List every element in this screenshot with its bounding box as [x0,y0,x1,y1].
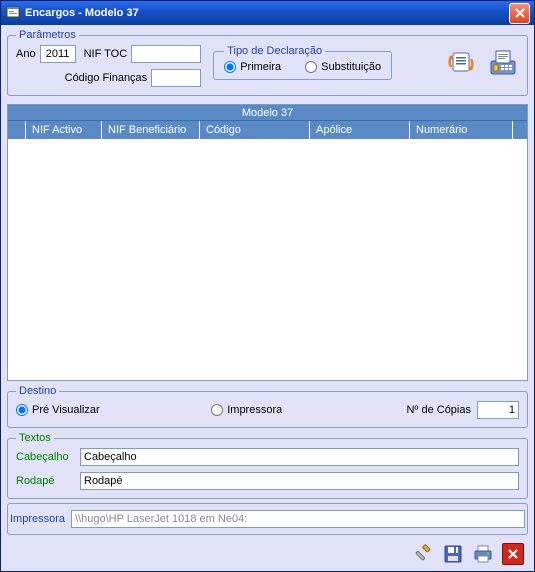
grid-body[interactable] [8,139,527,380]
primeira-label: Primeira [240,61,281,73]
save-button[interactable] [442,543,464,565]
grid-selector-column[interactable] [8,121,26,139]
column-nif-beneficiario[interactable]: NIF Beneficiário [102,121,200,139]
cabecalho-label: Cabeçalho [16,451,76,463]
pre-visualizar-label: Pré Visualizar [32,404,100,416]
destino-group: Destino Pré Visualizar Impressora Nº de … [7,385,528,428]
num-copias-input[interactable] [477,401,519,419]
impressora-group: Impressora [7,503,528,535]
num-copias-label: Nº de Cópias [406,404,471,416]
grid-header: NIF Activo NIF Beneficiário Código Apóli… [8,121,527,139]
bottom-toolbar [7,539,528,565]
column-codigo[interactable]: Código [200,121,310,139]
textos-group: Textos Cabeçalho Rodapé [7,432,528,499]
codigo-financas-input[interactable] [151,69,201,87]
rodape-label: Rodapé [16,475,76,487]
destino-legend: Destino [16,385,59,397]
app-icon [5,5,21,21]
app-window: Encargos - Modelo 37 Parâmetros Ano NIF … [0,0,535,572]
tipo-declaracao-legend: Tipo de Declaração [224,45,325,57]
parametros-legend: Parâmetros [16,29,79,41]
nif-toc-input[interactable] [131,45,201,63]
impressora-radio[interactable] [211,404,223,416]
textos-legend: Textos [16,432,54,444]
settings-button[interactable] [412,543,434,565]
fax-button[interactable] [487,47,519,79]
ano-input[interactable] [40,45,76,63]
column-numerario[interactable]: Numerário [410,121,513,139]
ano-label: Ano [16,48,36,60]
nif-toc-label: NIF TOC [84,48,128,60]
impressora-radio-label: Impressora [227,404,282,416]
pre-visualizar-radio[interactable] [16,404,28,416]
parametros-group: Parâmetros Ano NIF TOC Código Finanças [7,29,528,96]
column-nif-activo[interactable]: NIF Activo [26,121,102,139]
window-title: Encargos - Modelo 37 [25,7,509,19]
column-end [513,121,527,139]
column-apolice[interactable]: Apólice [310,121,410,139]
primeira-radio[interactable] [224,61,236,73]
titlebar: Encargos - Modelo 37 [1,1,534,25]
rodape-input[interactable] [80,472,519,490]
window-close-button[interactable] [509,3,530,24]
print-button[interactable] [472,543,494,565]
grid-title: Modelo 37 [8,105,527,121]
tipo-declaracao-group: Tipo de Declaração Primeira Substituição [213,45,392,80]
refresh-button[interactable] [445,47,477,79]
cabecalho-input[interactable] [80,448,519,466]
close-button[interactable] [502,543,524,565]
impressora-input[interactable] [71,510,525,528]
window-body: Parâmetros Ano NIF TOC Código Finanças [1,25,534,571]
codigo-financas-label: Código Finanças [65,72,148,84]
substituicao-label: Substituição [321,61,381,73]
data-grid[interactable]: Modelo 37 NIF Activo NIF Beneficiário Có… [7,104,528,381]
substituicao-radio[interactable] [305,61,317,73]
impressora-label: Impressora [10,513,65,525]
